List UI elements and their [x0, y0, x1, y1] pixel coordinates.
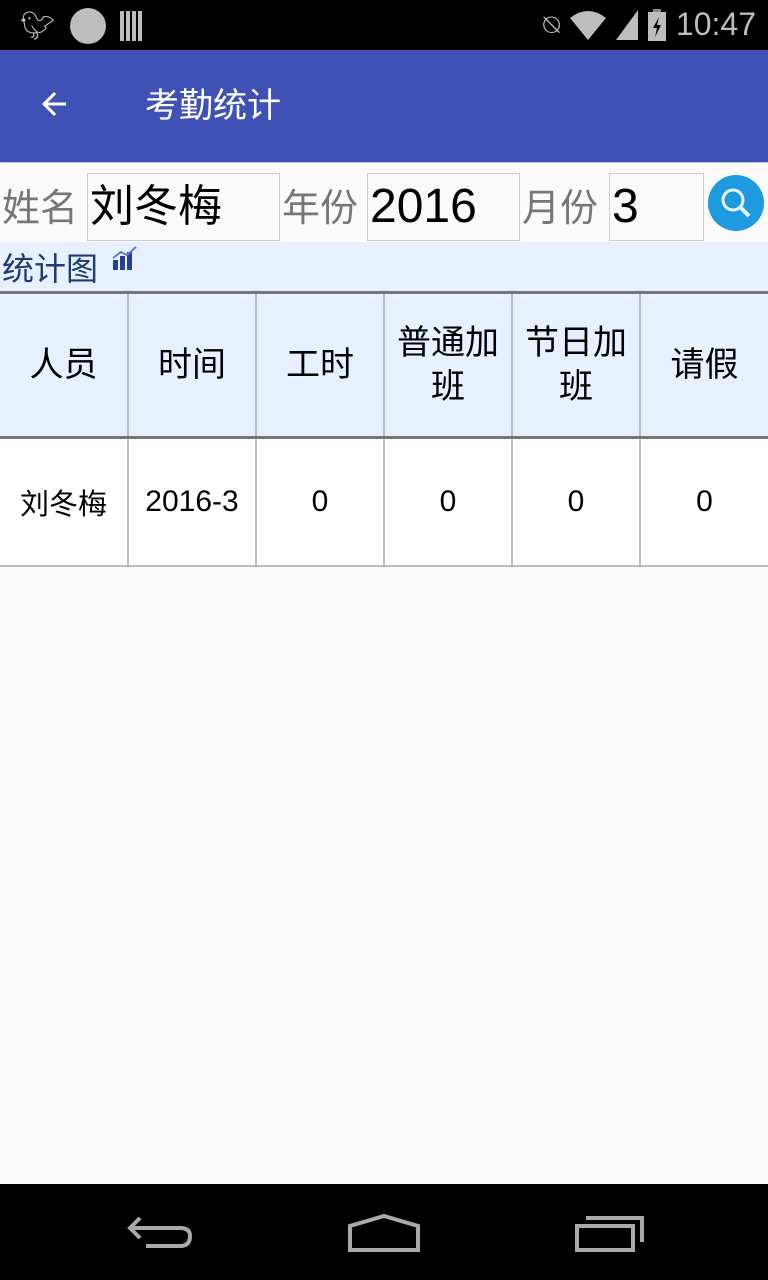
name-label: 姓名: [2, 186, 79, 230]
name-input[interactable]: 刘冬梅: [87, 173, 280, 241]
twitter-icon: 🐦︎: [20, 9, 56, 42]
search-form: 姓名 刘冬梅 年份 2016 月份 3: [0, 163, 768, 243]
cell-hours: 0: [255, 436, 385, 567]
battery-charging-icon: [647, 8, 666, 41]
chart-link-bar: 统计图: [0, 242, 768, 292]
dingtalk-icon: [69, 8, 106, 44]
header-person: 人员: [0, 291, 129, 439]
mute-icon: ⍉: [543, 8, 560, 40]
header-leave: 请假: [639, 291, 768, 439]
chart-link[interactable]: 统计图: [2, 248, 98, 290]
header-holiday-overtime: 节日加班: [511, 291, 641, 439]
header-time: 时间: [127, 291, 257, 439]
cell-leave: 0: [639, 436, 768, 567]
cell-holiday-overtime: 0: [511, 436, 641, 567]
cell-person: 刘冬梅: [0, 436, 129, 567]
year-label: 年份: [282, 186, 359, 230]
arrow-back-icon[interactable]: [36, 86, 72, 129]
status-bar: 🐦︎ ⍉ 10:47: [0, 0, 768, 50]
search-icon: [721, 188, 751, 218]
search-button[interactable]: [708, 175, 764, 231]
month-label: 月份: [522, 186, 599, 230]
year-input[interactable]: 2016: [367, 173, 520, 241]
page-title: 考勤统计: [145, 86, 281, 126]
home-nav-icon[interactable]: [347, 1213, 421, 1258]
month-input[interactable]: 3: [609, 173, 704, 241]
back-nav-icon[interactable]: [126, 1214, 194, 1254]
cell-normal-overtime: 0: [383, 436, 513, 567]
table-row[interactable]: 刘冬梅 2016-3 0 0 0 0: [0, 436, 768, 567]
navigation-bar: [0, 1184, 768, 1280]
bar-chart-icon[interactable]: [111, 246, 137, 270]
table-header-row: 人员 时间 工时 普通加班 节日加班 请假: [0, 291, 768, 439]
barcode-icon: [119, 11, 144, 41]
attendance-table: 人员 时间 工时 普通加班 节日加班 请假 刘冬梅 2016-3 0 0 0 0: [0, 291, 768, 567]
header-normal-overtime: 普通加班: [383, 291, 513, 439]
clock: 10:47: [675, 6, 756, 42]
cell-time: 2016-3: [127, 436, 257, 567]
header-hours: 工时: [255, 291, 385, 439]
app-bar: 考勤统计: [0, 50, 768, 162]
recents-nav-icon[interactable]: [574, 1214, 646, 1258]
signal-icon: [615, 9, 638, 40]
wifi-icon: [569, 10, 606, 40]
